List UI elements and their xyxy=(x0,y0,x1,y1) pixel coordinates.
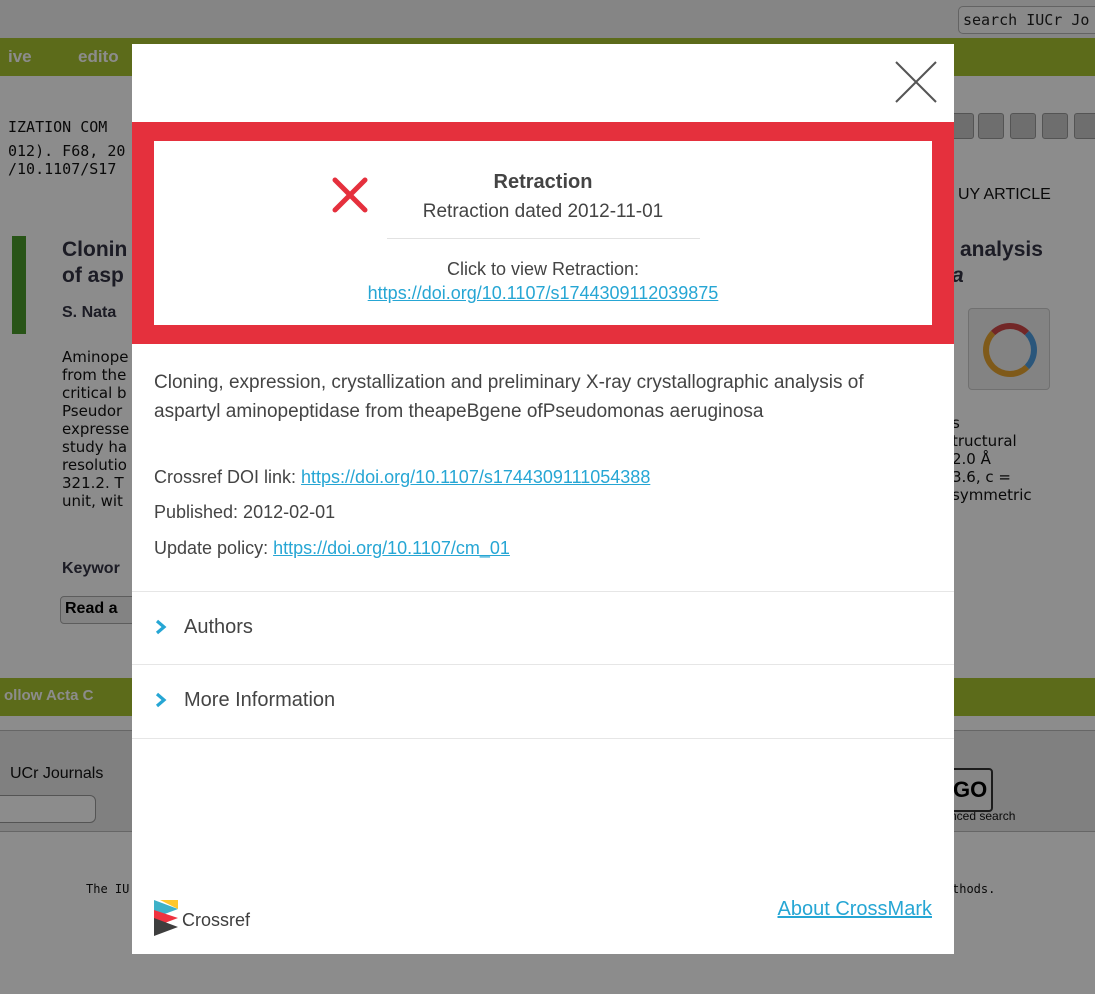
retraction-divider xyxy=(387,238,700,239)
chevron-right-icon xyxy=(155,619,167,635)
published-date: Published: 2012-02-01 xyxy=(154,502,336,522)
more-info-section-label: More Information xyxy=(184,689,336,711)
crossmark-dialog: Retraction Retraction dated 2012-11-01 C… xyxy=(132,44,954,954)
doi-row: Crossref DOI link: https://doi.org/10.11… xyxy=(154,467,650,488)
retraction-notice: Retraction Retraction dated 2012-11-01 C… xyxy=(132,122,954,344)
policy-row: Update policy: https://doi.org/10.1107/c… xyxy=(154,538,510,559)
authors-section-label: Authors xyxy=(184,616,253,638)
policy-label: Update policy: xyxy=(154,538,274,558)
retraction-click-label: Click to view Retraction: xyxy=(446,259,640,279)
chevron-right-icon xyxy=(155,692,167,708)
retraction-card: Retraction Retraction dated 2012-11-01 C… xyxy=(154,141,932,325)
doi-link[interactable]: https://doi.org/10.1107/s174430911105438… xyxy=(301,467,650,487)
crossref-wordmark: Crossref xyxy=(182,910,251,930)
crossref-mark-icon xyxy=(154,900,178,936)
divider xyxy=(132,738,954,739)
retraction-date: Retraction dated 2012-11-01 xyxy=(422,201,664,222)
article-title: Cloning, expression, crystallization and… xyxy=(154,372,864,422)
authors-section-toggle[interactable]: Authors xyxy=(132,592,954,664)
about-crossmark-link[interactable]: About CrossMark xyxy=(778,898,933,921)
doi-label: Crossref DOI link: xyxy=(154,467,302,487)
retraction-link[interactable]: https://doi.org/10.1107/s174430911203987… xyxy=(154,283,932,304)
retraction-heading: Retraction xyxy=(493,171,593,193)
close-button[interactable] xyxy=(892,58,940,106)
more-info-section-toggle[interactable]: More Information xyxy=(132,665,954,737)
close-icon xyxy=(895,61,937,103)
policy-link[interactable]: https://doi.org/10.1107/cm_01 xyxy=(273,538,510,558)
